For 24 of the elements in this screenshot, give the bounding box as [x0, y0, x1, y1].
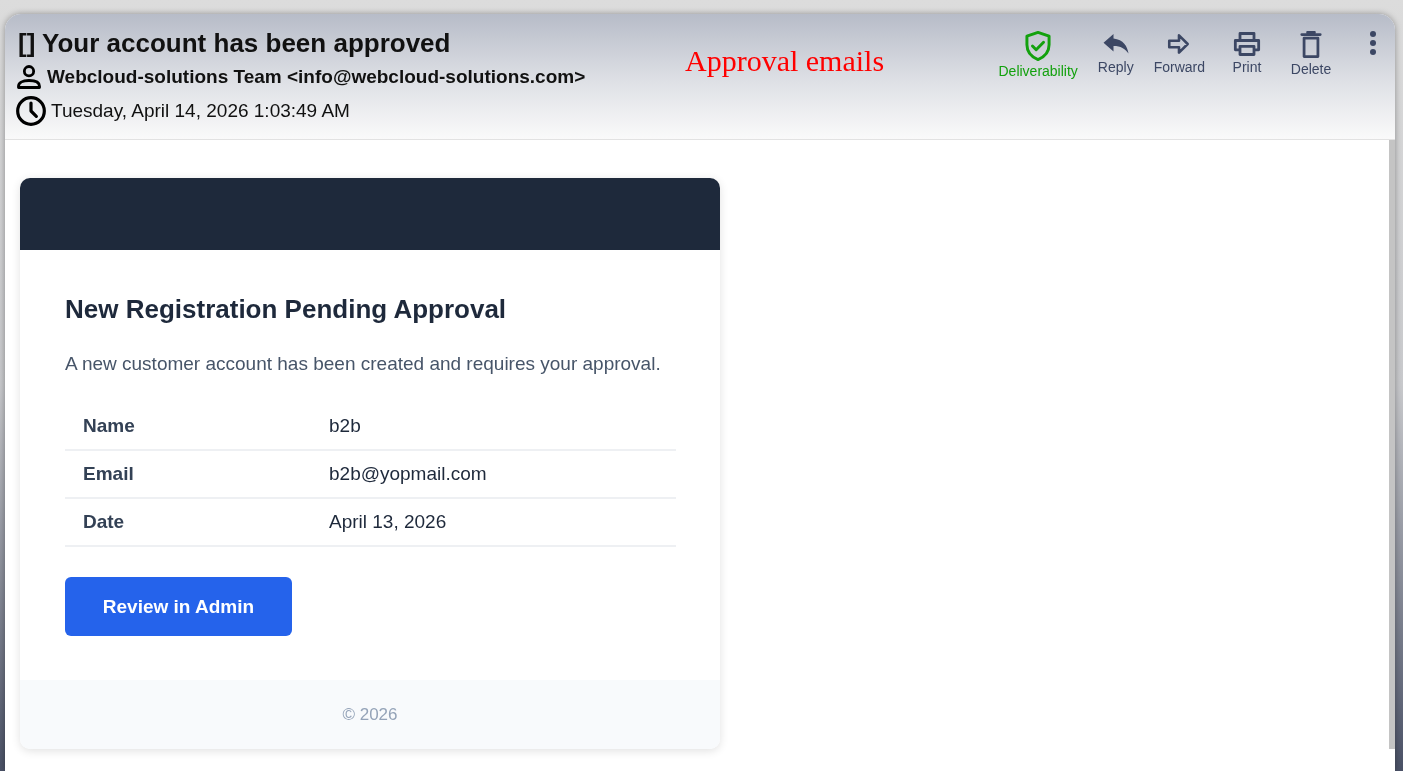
detail-label: Email	[82, 463, 135, 485]
detail-label: Date	[82, 511, 126, 533]
toolbar-button[interactable]: Reply	[1089, 30, 1142, 75]
detail-value: b2b@yopmail.com	[329, 463, 487, 485]
copyright-text: © 2026	[342, 704, 398, 725]
shield-check-icon	[1023, 30, 1054, 62]
detail-label: Name	[82, 415, 136, 437]
toolbar-button[interactable]: Print	[1217, 30, 1277, 75]
review-button[interactable]: Review in Admin	[65, 577, 292, 636]
toolbar-button[interactable]: Delete	[1281, 30, 1341, 77]
message-heading: New Registration Pending Approval	[65, 294, 508, 325]
email-sender: Webcloud-solutions Team <info@webcloud-solutions.com>	[47, 66, 586, 88]
email-subject: [] Your account has been approved	[18, 28, 452, 59]
delete-icon	[1298, 30, 1324, 60]
more-icon	[1369, 30, 1377, 56]
detail-value: April 13, 2026	[329, 511, 447, 533]
message-intro: A new customer account has been created and requires your approval.	[65, 353, 662, 375]
person-icon	[15, 63, 43, 91]
detail-value: b2b	[329, 415, 361, 437]
toolbar-button[interactable]: Forward	[1145, 30, 1213, 75]
email-date: Tuesday, April 14, 2026 1:03:49 AM	[51, 100, 350, 122]
annotation-label: Approval emails	[685, 44, 885, 77]
print-icon	[1231, 30, 1263, 58]
clock-icon	[15, 95, 47, 127]
